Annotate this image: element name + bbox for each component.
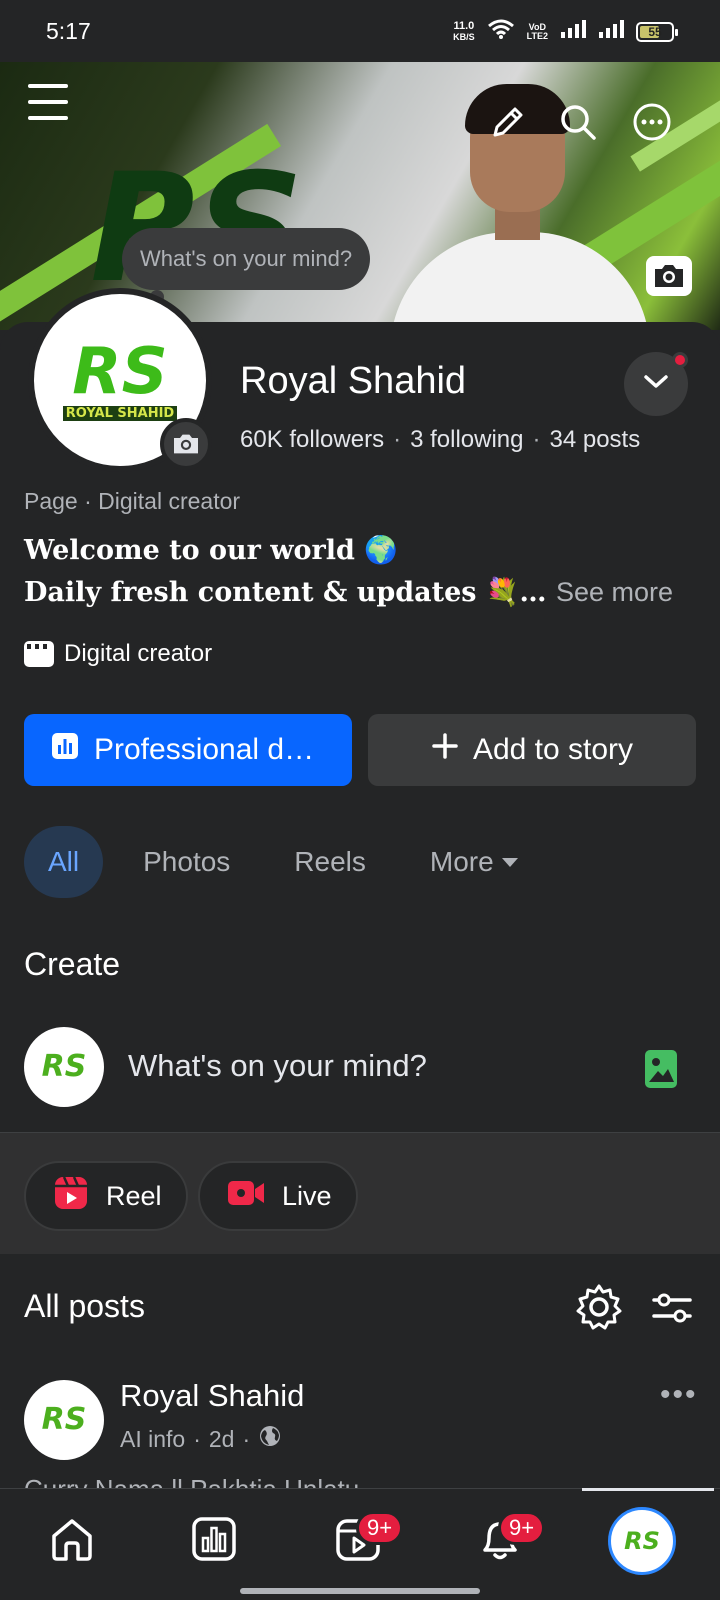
avatar-logo: RS ROYAL SHAHID bbox=[62, 340, 178, 421]
profile-tabs: All Photos Reels More bbox=[24, 826, 558, 898]
following-count[interactable]: 3 following bbox=[410, 426, 523, 453]
live-label: Live bbox=[282, 1180, 332, 1211]
avatar-logo-sub: ROYAL SHAHID bbox=[62, 405, 178, 421]
post-avatar-logo-text: RS bbox=[41, 1402, 87, 1437]
bio-line-1: Welcome to our world 🌍 bbox=[24, 535, 398, 566]
followers-count[interactable]: 60K followers bbox=[240, 426, 384, 453]
volte-indicator: VoD LTE2 bbox=[526, 22, 548, 41]
bottom-nav: 9+ 9+ RS bbox=[0, 1488, 720, 1600]
creator-label: Digital creator bbox=[64, 640, 213, 667]
professional-dashboard-label: Professional d… bbox=[94, 733, 315, 766]
post-avatar-logo: RS bbox=[42, 1405, 87, 1435]
chevron-down-icon bbox=[642, 373, 670, 396]
avatar-logo-text: RS bbox=[72, 334, 168, 409]
mind-bubble[interactable]: What's on your mind? bbox=[122, 228, 371, 290]
search-icon[interactable] bbox=[556, 100, 600, 144]
profile-name: Royal Shahid bbox=[240, 360, 467, 402]
add-to-story-button[interactable]: Add to story bbox=[368, 714, 696, 786]
battery-level: 55 bbox=[648, 24, 662, 39]
bio-line-2-text: Daily fresh content & updates 💐… bbox=[24, 577, 547, 608]
battery-icon: 55 bbox=[636, 21, 678, 42]
stats-separator: · bbox=[532, 426, 541, 453]
nav-profile[interactable]: RS bbox=[608, 1507, 676, 1575]
post-meta: AI info · 2d · bbox=[120, 1424, 282, 1454]
caret-down-icon bbox=[501, 857, 518, 867]
menu-icon[interactable] bbox=[28, 84, 68, 120]
post-meta-sep: · bbox=[193, 1425, 201, 1452]
photo-icon[interactable] bbox=[645, 1050, 677, 1088]
post-text-snippet: Curry Nama ll Pakhtia Unlatu bbox=[24, 1474, 704, 1488]
filter-icon[interactable] bbox=[648, 1284, 696, 1332]
avatar-camera-icon[interactable] bbox=[160, 418, 212, 470]
post-options-button[interactable]: ••• bbox=[660, 1378, 698, 1412]
clapperboard-icon bbox=[24, 641, 54, 667]
volte-line2: LTE2 bbox=[526, 30, 548, 41]
status-bar: 5:17 11.0 KB/S VoD LTE2 55 bbox=[0, 0, 720, 62]
all-posts-heading: All posts bbox=[24, 1288, 145, 1324]
professional-dashboard-button[interactable]: Professional d… bbox=[24, 714, 352, 786]
post-meta-sep: · bbox=[242, 1425, 251, 1452]
dashboard-icon bbox=[189, 1514, 239, 1569]
live-button[interactable]: Live bbox=[198, 1161, 358, 1231]
video-badge: 9+ bbox=[356, 1511, 404, 1545]
notification-dot bbox=[672, 352, 688, 368]
nav-active-indicator bbox=[582, 1488, 714, 1491]
add-to-story-label: Add to story bbox=[472, 733, 634, 766]
signal-icon bbox=[560, 19, 586, 44]
see-more-link[interactable]: See more bbox=[556, 577, 673, 607]
status-time: 5:17 bbox=[46, 17, 91, 44]
nav-dashboard[interactable] bbox=[184, 1511, 244, 1571]
nav-home[interactable] bbox=[42, 1511, 102, 1571]
reel-label: Reel bbox=[106, 1180, 162, 1211]
wifi-icon bbox=[487, 18, 515, 45]
reel-button[interactable]: Reel bbox=[24, 1161, 188, 1231]
profile-stats: 60K followers · 3 following · 34 posts bbox=[240, 426, 640, 454]
tab-more[interactable]: More bbox=[406, 826, 542, 898]
post-time: 2d bbox=[208, 1425, 235, 1452]
tab-more-label: More bbox=[429, 846, 494, 877]
tab-reels[interactable]: Reels bbox=[270, 826, 390, 898]
composer-input[interactable]: What's on your mind? bbox=[128, 1048, 427, 1084]
page-category: Page · Digital creator bbox=[24, 488, 241, 514]
home-indicator[interactable] bbox=[240, 1588, 480, 1594]
post-author-avatar[interactable]: RS bbox=[24, 1380, 104, 1460]
notifications-badge: 9+ bbox=[498, 1511, 546, 1545]
create-heading: Create bbox=[24, 946, 121, 982]
network-speed-unit: KB/S bbox=[453, 31, 475, 42]
composer-avatar-logo: RS bbox=[42, 1052, 87, 1082]
gear-icon[interactable] bbox=[574, 1282, 624, 1332]
creator-detail: Digital creator bbox=[24, 640, 212, 668]
composer-avatar[interactable]: RS bbox=[24, 1027, 104, 1107]
bio-line-2: Daily fresh content & updates 💐… See mor… bbox=[24, 576, 673, 608]
status-indicators: 11.0 KB/S VoD LTE2 55 bbox=[453, 18, 678, 45]
network-speed: 11.0 KB/S bbox=[453, 19, 475, 43]
globe-icon bbox=[258, 1424, 282, 1454]
posts-count: 34 posts bbox=[549, 426, 641, 453]
insights-icon bbox=[50, 731, 80, 769]
quick-create-row: Reel Live bbox=[0, 1132, 720, 1254]
nav-profile-avatar: RS bbox=[624, 1529, 660, 1553]
nav-profile-logo-text: RS bbox=[624, 1527, 660, 1555]
cover-camera-icon[interactable] bbox=[646, 256, 692, 296]
post-author-name[interactable]: Royal Shahid bbox=[120, 1378, 304, 1414]
post-ai-info[interactable]: AI info bbox=[120, 1426, 185, 1453]
signal-icon-2 bbox=[598, 19, 624, 44]
composer-avatar-logo-text: RS bbox=[41, 1049, 87, 1084]
edit-icon[interactable] bbox=[486, 100, 530, 144]
plus-icon bbox=[431, 732, 459, 768]
more-icon[interactable] bbox=[630, 100, 674, 144]
tab-all[interactable]: All bbox=[24, 826, 104, 898]
live-icon bbox=[226, 1178, 266, 1215]
network-speed-value: 11.0 bbox=[453, 19, 475, 32]
tab-photos[interactable]: Photos bbox=[119, 826, 254, 898]
stats-separator: · bbox=[393, 426, 402, 453]
home-icon bbox=[47, 1514, 97, 1569]
reel-icon bbox=[52, 1174, 90, 1219]
